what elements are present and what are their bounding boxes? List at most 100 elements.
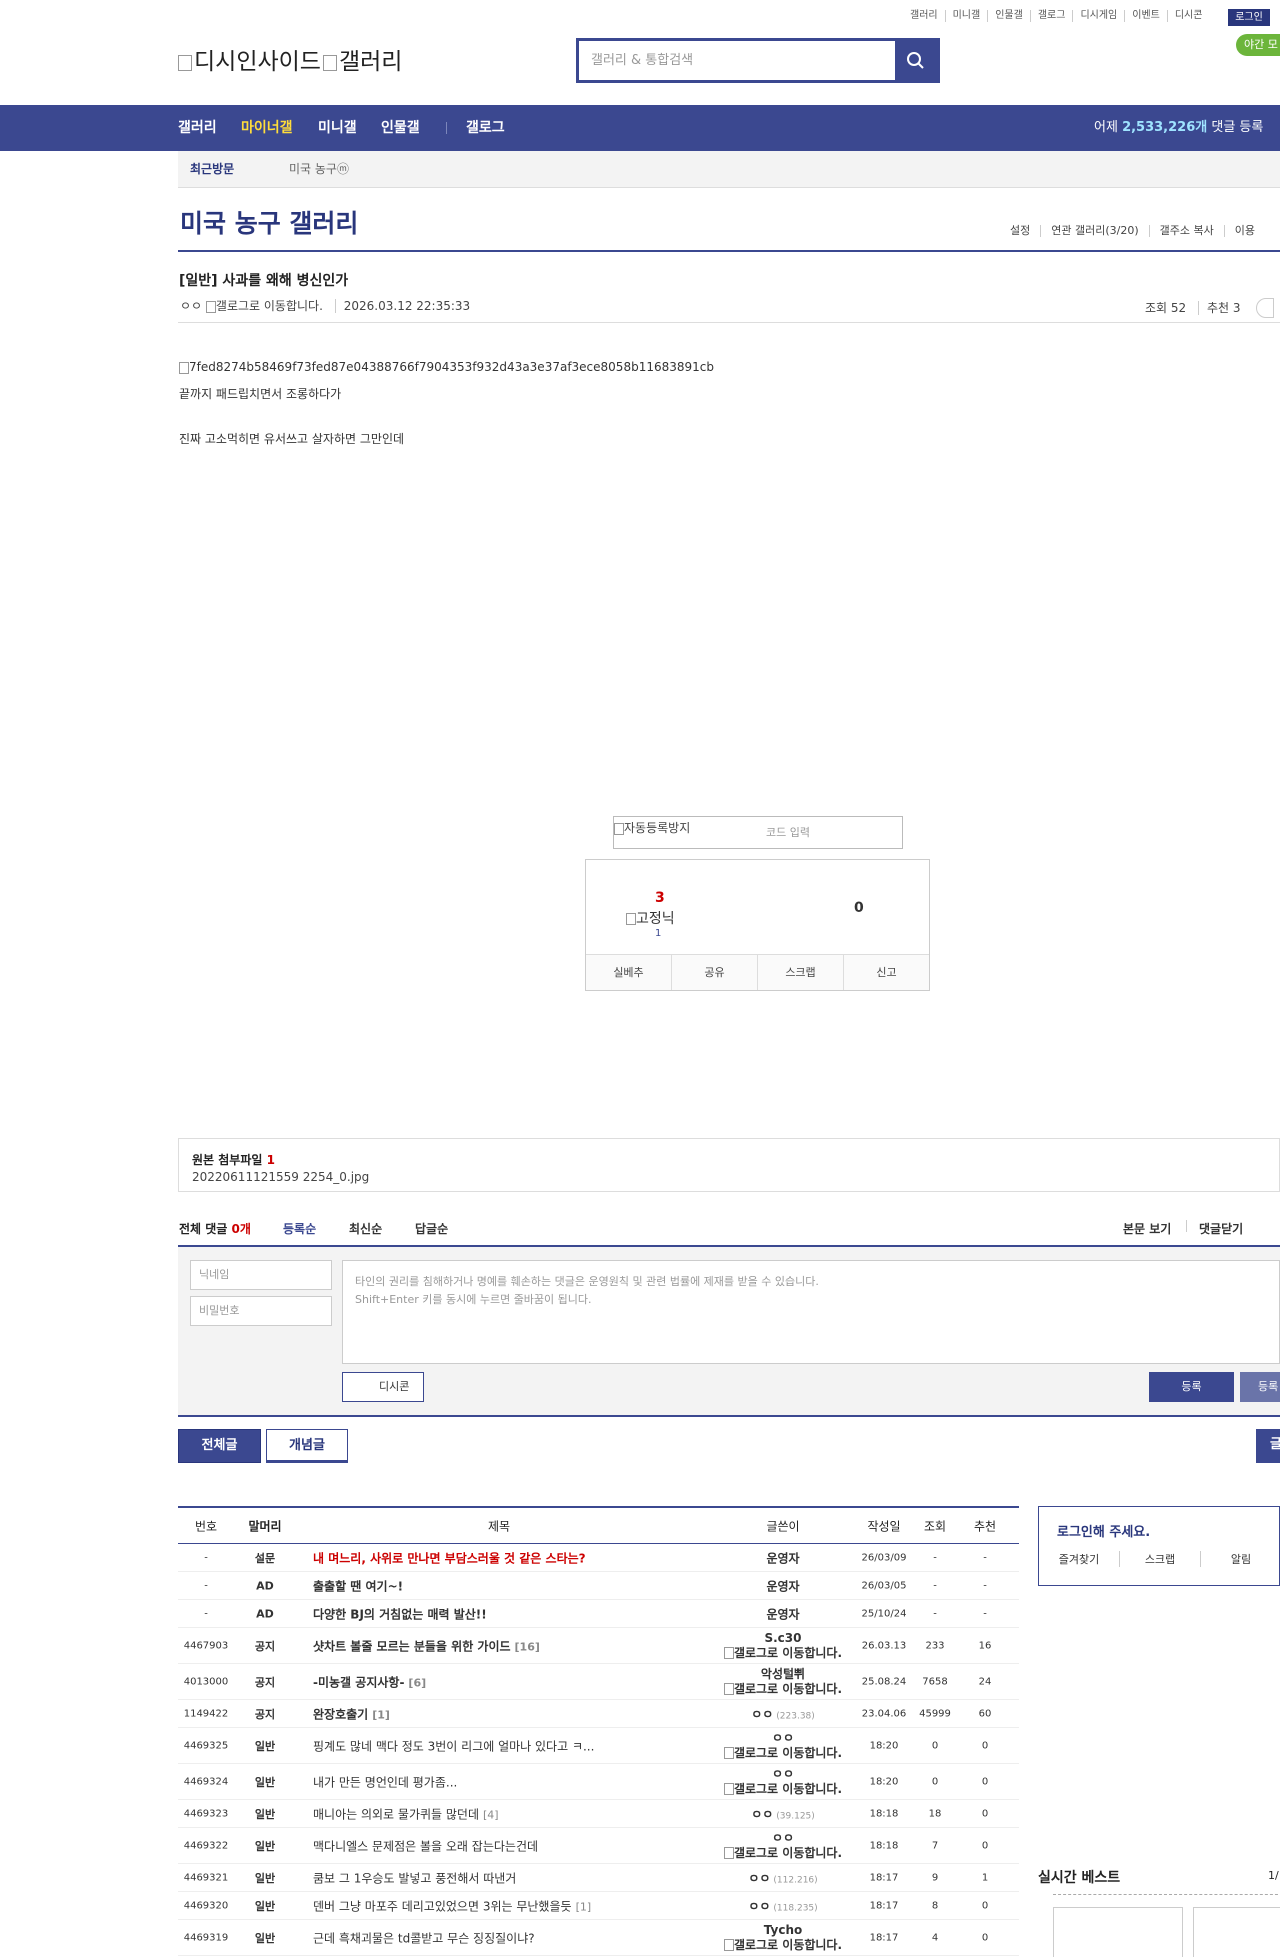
post-writer[interactable]: ㅇㅇ (112.216): [713, 1869, 853, 1886]
post-title-link[interactable]: -미농갤 공지사항- [6]: [313, 1673, 426, 1690]
best-recommend-button[interactable]: 실베추: [586, 955, 671, 990]
table-row[interactable]: 4469321 일반 쿰보 그 1우승도 발넣고 풍전해서 따낸거 ㅇㅇ (112.21…: [178, 1864, 1019, 1892]
copy-url-link[interactable]: 갤주소 복사: [1148, 225, 1224, 237]
nav-gallog[interactable]: 갤로그: [466, 105, 505, 151]
comment-submit-recommend-button[interactable]: 등록: [1240, 1372, 1280, 1402]
realtime-best-page[interactable]: 1/: [1268, 1869, 1279, 1882]
view-body-link[interactable]: 본문 보기: [1123, 1220, 1171, 1237]
captcha-input[interactable]: 코드 입력: [766, 817, 810, 848]
util-link[interactable]: 이벤트: [1124, 10, 1167, 22]
post-title-link[interactable]: 핑계도 많네 맥다 정도 3번이 리그에 얼마나 있다고 ㅋ...: [313, 1737, 594, 1754]
table-row[interactable]: 4469320 일반 덴버 그냥 마포주 데리고있었으면 3위는 무난했을듯 [1] ㅇ…: [178, 1892, 1019, 1920]
write-button[interactable]: 글: [1256, 1429, 1280, 1463]
reply-count[interactable]: [4]: [483, 1808, 499, 1821]
nav-person[interactable]: 인물갤: [381, 105, 420, 151]
comment-jump-button[interactable]: [1256, 298, 1275, 318]
writer-name[interactable]: 운영자: [766, 1579, 799, 1593]
gallery-title[interactable]: 미국 농구 갤러리: [180, 204, 358, 240]
tab-concept-posts[interactable]: 개념글: [266, 1429, 348, 1463]
attachment-file[interactable]: 20220611121559 2254_0.jpg: [192, 1170, 369, 1184]
util-link[interactable]: 디시게임: [1072, 10, 1124, 22]
reply-count[interactable]: [1]: [372, 1708, 390, 1721]
table-row[interactable]: 4469325 일반 핑계도 많네 맥다 정도 3번이 리그에 얼마나 있다고 ㅋ.…: [178, 1728, 1019, 1764]
util-link[interactable]: 미니갤: [944, 10, 988, 22]
util-link[interactable]: 갤러리: [903, 10, 945, 22]
password-input[interactable]: 비밀번호: [190, 1296, 332, 1326]
util-link[interactable]: 디시콘: [1166, 10, 1210, 22]
usage-link[interactable]: 이용: [1223, 225, 1265, 237]
post-title-link[interactable]: 샷차트 볼줄 모르는 분들을 위한 가이드 [16]: [313, 1637, 540, 1654]
logo[interactable]: 디시인사이드 갤러리: [178, 42, 402, 76]
gallog-link[interactable]: 갤로그로 이동합니다.: [216, 299, 323, 313]
report-button[interactable]: 신고: [843, 955, 929, 990]
gallog-link[interactable]: 갤로그로 이동합니다.: [734, 1682, 842, 1696]
reply-count[interactable]: [1]: [576, 1900, 592, 1913]
table-row[interactable]: - 설문 내 며느리, 사위로 만나면 부담스러울 것 같은 스타는? 운영자 26/0…: [178, 1544, 1019, 1572]
writer-name[interactable]: ㅇㅇ: [748, 1899, 770, 1913]
table-row[interactable]: 4467903 공지 샷차트 볼줄 모르는 분들을 위한 가이드 [16] S.c30 갤…: [178, 1628, 1019, 1664]
table-row[interactable]: 4013000 공지 -미농갤 공지사항- [6] 악성털쀠 갤로그로 이동합니다. 25.…: [178, 1664, 1019, 1700]
share-button[interactable]: 공유: [671, 955, 757, 990]
gallery-settings-link[interactable]: 설정: [1000, 225, 1040, 237]
post-title-link[interactable]: 출출할 땐 여기~!: [313, 1577, 403, 1594]
post-writer[interactable]: 운영자: [713, 1605, 853, 1622]
post-title-link[interactable]: 완장호출기 [1]: [313, 1705, 390, 1722]
writer-name[interactable]: ㅇㅇ: [751, 1707, 773, 1721]
alarm-link[interactable]: 알림: [1200, 1551, 1280, 1567]
sort-replies[interactable]: 답글순: [415, 1220, 448, 1237]
reply-count[interactable]: [6]: [408, 1676, 426, 1689]
login-prompt[interactable]: 로그인해 주세요.: [1057, 1521, 1150, 1540]
login-button[interactable]: 로그인: [1228, 9, 1270, 26]
post-title-link[interactable]: 다양한 BJ의 거침없는 매력 발산!!: [313, 1605, 487, 1622]
post-title-link[interactable]: 덴버 그냥 마포주 데리고있었으면 3위는 무난했을듯 [1]: [313, 1897, 591, 1914]
post-writer[interactable]: ㅇㅇ (223.38): [713, 1705, 853, 1722]
writer-name[interactable]: 운영자: [766, 1551, 799, 1565]
writer-name[interactable]: ㅇㅇ: [713, 1767, 853, 1782]
table-row[interactable]: - AD 다양한 BJ의 거침없는 매력 발산!! 운영자 25/10/24 - -: [178, 1600, 1019, 1628]
writer-name[interactable]: ㅇㅇ: [751, 1807, 773, 1821]
post-writer[interactable]: ㅇㅇ 갤로그로 이동합니다.: [713, 1767, 853, 1797]
close-comments-link[interactable]: 댓글닫기: [1199, 1220, 1243, 1237]
favorites-link[interactable]: 즐겨찾기: [1039, 1551, 1119, 1567]
post-writer[interactable]: Tycho 갤로그로 이동합니다.: [713, 1923, 853, 1953]
post-writer[interactable]: S.c30 갤로그로 이동합니다.: [713, 1631, 853, 1661]
post-writer[interactable]: ㅇㅇ 갤로그로 이동합니다.: [713, 1831, 853, 1861]
search-input[interactable]: 갤러리 & 통합검색: [579, 41, 897, 80]
table-row[interactable]: - AD 출출할 땐 여기~! 운영자 26/03/05 - -: [178, 1572, 1019, 1600]
dccon-button[interactable]: 디시콘: [342, 1372, 424, 1402]
post-author[interactable]: ㅇㅇ: [180, 299, 202, 313]
writer-name[interactable]: Tycho: [713, 1923, 853, 1938]
nav-mini[interactable]: 미니갤: [318, 105, 357, 151]
post-title-link[interactable]: 내 며느리, 사위로 만나면 부담스러울 것 같은 스타는?: [313, 1549, 586, 1566]
recent-gallery-link[interactable]: 미국 농구ⓜ: [289, 151, 349, 188]
nav-minor[interactable]: 마이너갤: [241, 105, 293, 151]
table-row[interactable]: 1149422 공지 완장호출기 [1] ㅇㅇ (223.38) 23.04.06 45999…: [178, 1700, 1019, 1728]
gallog-link[interactable]: 갤로그로 이동합니다.: [734, 1646, 842, 1660]
gallog-link[interactable]: 갤로그로 이동합니다.: [734, 1938, 842, 1952]
writer-name[interactable]: ㅇㅇ: [748, 1871, 770, 1885]
util-link[interactable]: 인물갤: [987, 10, 1030, 22]
scrap-link[interactable]: 스크랩: [1119, 1551, 1200, 1567]
comment-submit-button[interactable]: 등록: [1149, 1372, 1234, 1402]
post-writer[interactable]: ㅇㅇ 갤로그로 이동합니다.: [713, 1731, 853, 1761]
writer-name[interactable]: ㅇㅇ: [713, 1731, 853, 1746]
post-title-link[interactable]: 근데 흑채괴물은 td콜받고 무슨 징징질이냐?: [313, 1929, 535, 1946]
gallog-link[interactable]: 갤로그로 이동합니다.: [734, 1782, 842, 1796]
recent-visit-label[interactable]: 최근방문: [190, 151, 234, 188]
sort-latest[interactable]: 최신순: [349, 1220, 382, 1237]
gallog-link[interactable]: 갤로그로 이동합니다.: [734, 1746, 842, 1760]
best-card[interactable]: [1053, 1907, 1183, 1957]
comment-textarea[interactable]: 타인의 권리를 침해하거나 명예를 훼손하는 댓글은 운영원칙 및 관련 법률에…: [342, 1260, 1280, 1364]
related-gallery-link[interactable]: 연관 갤러리(3/20): [1040, 225, 1148, 237]
post-title-link[interactable]: 맥다니엘스 문제점은 볼을 오래 잡는다는건데: [313, 1837, 538, 1854]
gallog-img-icon[interactable]: [205, 300, 216, 313]
best-card[interactable]: [1193, 1907, 1280, 1957]
writer-name[interactable]: ㅇㅇ: [713, 1831, 853, 1846]
nickname-input[interactable]: 닉네임: [190, 1260, 332, 1290]
search-button[interactable]: [895, 41, 937, 80]
reply-count[interactable]: [16]: [515, 1640, 540, 1653]
nav-gallery[interactable]: 갤러리: [178, 105, 217, 151]
gallog-link[interactable]: 갤로그로 이동합니다.: [734, 1846, 842, 1860]
post-writer[interactable]: 운영자: [713, 1549, 853, 1566]
post-title-link[interactable]: 쿰보 그 1우승도 발넣고 풍전해서 따낸거: [313, 1869, 516, 1886]
